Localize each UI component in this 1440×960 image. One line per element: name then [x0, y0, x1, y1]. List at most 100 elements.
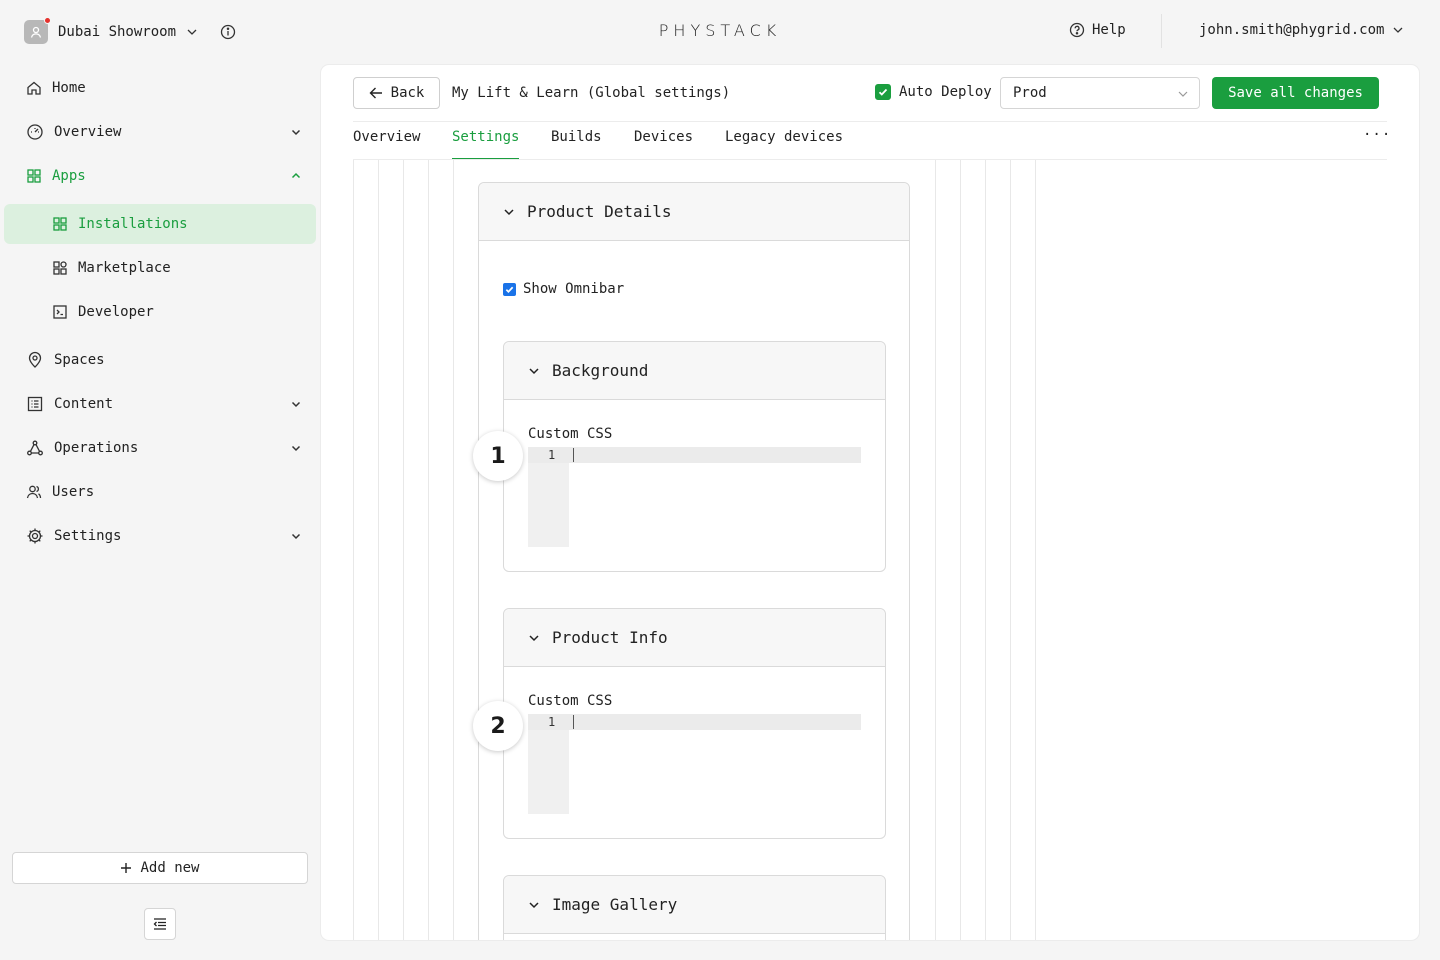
editor-caret	[573, 715, 574, 729]
nesting-guide-line	[378, 160, 379, 940]
home-icon	[27, 81, 41, 95]
more-options-icon[interactable]: ···	[1363, 127, 1391, 143]
sidebar-item-spaces[interactable]: Spaces	[26, 348, 302, 372]
environment-value: Prod	[1013, 85, 1047, 101]
custom-css-editor[interactable]: 1	[528, 447, 861, 547]
editor-active-line	[528, 714, 861, 730]
background-title: Background	[552, 361, 649, 380]
back-button[interactable]: Back	[353, 77, 440, 109]
background-header[interactable]: Background	[504, 342, 885, 400]
nesting-guide-line	[453, 160, 454, 940]
sidebar-item-label: Settings	[54, 528, 122, 544]
add-new-button[interactable]: Add new	[12, 852, 308, 884]
sidebar-item-label: Users	[52, 484, 95, 500]
topbar-divider	[1161, 14, 1162, 48]
location-pin-icon	[28, 351, 42, 368]
main-panel: Back My Lift & Learn (Global settings) A…	[321, 65, 1419, 940]
sidebar-item-users[interactable]: Users	[26, 480, 302, 504]
custom-css-editor[interactable]: 1	[528, 714, 861, 814]
chevron-up-icon	[291, 172, 301, 179]
sidebar-item-label: Spaces	[54, 352, 105, 368]
sidebar-item-label: Operations	[54, 440, 139, 456]
show-omnibar-checkbox[interactable]	[503, 282, 516, 296]
tab-legacy-devices[interactable]: Legacy devices	[725, 129, 843, 159]
auto-deploy-checkbox[interactable]	[875, 84, 891, 100]
nesting-guide-line	[1035, 160, 1036, 940]
tab-builds[interactable]: Builds	[551, 129, 602, 159]
image-gallery-card: Image Gallery	[503, 875, 886, 940]
auto-deploy-toggle[interactable]: Auto Deploy	[875, 84, 992, 100]
product-info-header[interactable]: Product Info	[504, 609, 885, 667]
editor-active-line	[528, 447, 861, 463]
help-link[interactable]: Help	[1069, 22, 1126, 38]
sidebar-item-label: Marketplace	[78, 260, 171, 276]
chevron-down-icon	[291, 401, 301, 408]
show-omnibar-option[interactable]: Show Omnibar	[503, 281, 624, 297]
content-list-icon	[27, 396, 43, 412]
tabs-divider	[353, 159, 1387, 160]
chevron-down-icon	[529, 901, 539, 908]
help-label: Help	[1092, 22, 1126, 38]
product-details-header[interactable]: Product Details	[479, 183, 909, 241]
save-all-changes-button[interactable]: Save all changes	[1212, 77, 1379, 109]
top-bar: Dubai Showroom PHYSTACK Help john.smith@…	[0, 0, 1440, 64]
operations-network-icon	[27, 440, 43, 456]
sidebar-item-label: Content	[54, 396, 114, 412]
header-divider	[353, 121, 1387, 122]
sidebar-item-label: Installations	[78, 216, 188, 232]
nesting-guide-line	[1010, 160, 1011, 940]
tab-overview[interactable]: Overview	[353, 129, 420, 159]
chevron-down-icon	[504, 208, 514, 215]
collapse-sidebar-button[interactable]	[144, 908, 176, 940]
collapse-sidebar-icon	[153, 918, 166, 930]
product-info-card: Product Info Custom CSS 1	[503, 608, 886, 839]
users-icon	[26, 485, 42, 499]
sidebar-item-marketplace[interactable]: Marketplace	[4, 248, 316, 288]
sidebar: Home Overview Apps Installations Marketp…	[0, 64, 320, 960]
user-menu[interactable]: john.smith@phygrid.com	[1199, 22, 1404, 38]
tab-devices[interactable]: Devices	[634, 129, 693, 159]
editor-caret	[573, 448, 574, 462]
add-new-label: Add new	[140, 860, 200, 876]
nesting-guide-line	[353, 160, 354, 940]
terminal-icon	[53, 305, 67, 319]
nesting-guide-line	[428, 160, 429, 940]
show-omnibar-label: Show Omnibar	[523, 281, 625, 297]
sidebar-item-operations[interactable]: Operations	[26, 436, 302, 460]
tab-settings[interactable]: Settings	[452, 129, 520, 160]
sidebar-item-overview[interactable]: Overview	[26, 120, 302, 144]
plus-icon	[121, 863, 132, 873]
chevron-down-icon	[1178, 91, 1188, 97]
product-info-title: Product Info	[552, 628, 668, 647]
checkmark-icon	[878, 88, 888, 96]
sidebar-item-developer[interactable]: Developer	[4, 292, 316, 332]
nesting-guide-line	[935, 160, 936, 940]
sidebar-item-content[interactable]: Content	[26, 392, 302, 416]
line-number: 1	[548, 448, 556, 462]
nesting-guide-line	[403, 160, 404, 940]
back-label: Back	[390, 85, 425, 101]
chevron-down-icon	[291, 533, 301, 540]
help-icon	[1069, 22, 1085, 38]
marketplace-icon	[53, 261, 67, 275]
sidebar-item-apps[interactable]: Apps	[26, 164, 302, 188]
sidebar-item-label: Apps	[52, 168, 86, 184]
line-number: 1	[548, 715, 556, 729]
custom-css-label: Custom CSS	[528, 426, 613, 442]
sidebar-item-settings[interactable]: Settings	[26, 524, 302, 548]
sidebar-item-installations[interactable]: Installations	[4, 204, 316, 244]
chevron-down-icon	[529, 367, 539, 374]
sidebar-item-label: Home	[52, 80, 86, 96]
chevron-down-icon	[291, 445, 301, 452]
image-gallery-header[interactable]: Image Gallery	[504, 876, 885, 934]
chevron-down-icon	[291, 129, 301, 136]
image-gallery-title: Image Gallery	[552, 895, 678, 914]
sidebar-item-label: Developer	[78, 304, 154, 320]
arrow-left-icon	[369, 87, 382, 99]
environment-select[interactable]: Prod	[1000, 77, 1200, 109]
sidebar-item-home[interactable]: Home	[26, 76, 302, 100]
custom-css-label: Custom CSS	[528, 693, 613, 709]
gear-icon	[27, 528, 43, 544]
auto-deploy-label: Auto Deploy	[899, 84, 992, 100]
apps-grid-icon	[27, 169, 41, 183]
